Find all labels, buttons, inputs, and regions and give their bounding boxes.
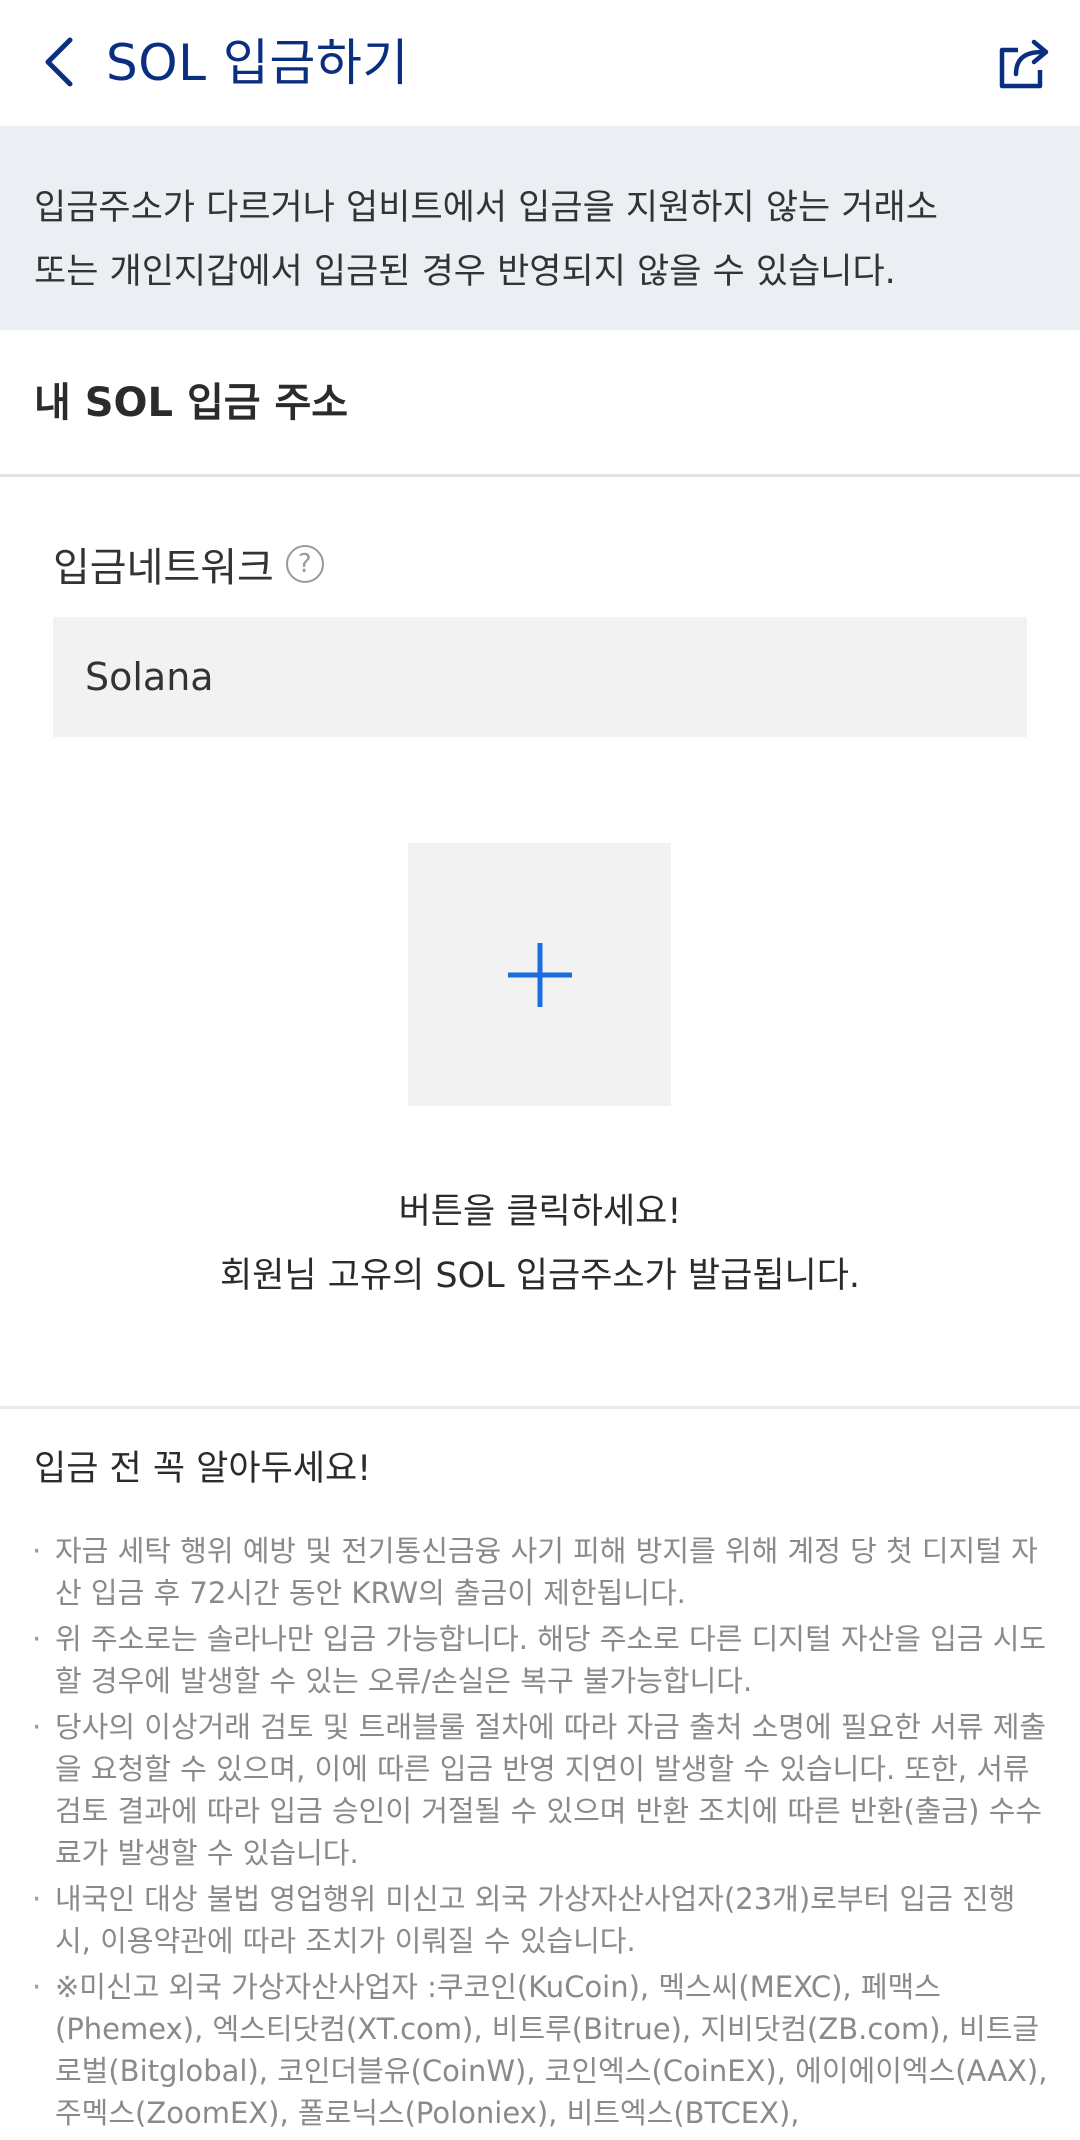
info-title: 입금 전 꼭 알아두세요! bbox=[34, 1449, 372, 1489]
bullet: · bbox=[32, 1710, 42, 1744]
info-item-text: 자금 세탁 행위 예방 및 전기통신금융 사기 피해 방지를 위해 계정 당 첫… bbox=[55, 1534, 1038, 1610]
list-item: · ※미신고 외국 가상자산사업자 :쿠코인(KuCoin), 멕스씨(MEXC)… bbox=[30, 1966, 1060, 2134]
generate-instruction: 버튼을 클릭하세요! 회원님 고유의 SOL 입금주소가 발급됩니다. bbox=[0, 1180, 1080, 1308]
chevron-left-icon bbox=[45, 37, 73, 87]
deposit-notice: 입금주소가 다르거나 업비트에서 입금을 지원하지 않는 거래소 또는 개인지갑… bbox=[0, 126, 1080, 330]
list-item: · 위 주소로는 솔라나만 입금 가능합니다. 해당 주소로 다른 디지털 자산을… bbox=[30, 1618, 1060, 1702]
bullet: · bbox=[32, 1970, 42, 2004]
page-title: SOL 입금하기 bbox=[106, 34, 409, 92]
network-label-text: 입금네트워크 bbox=[53, 545, 274, 591]
header-bar: SOL 입금하기 bbox=[0, 0, 1080, 126]
share-icon bbox=[999, 39, 1049, 89]
back-button[interactable] bbox=[28, 30, 92, 94]
share-button[interactable] bbox=[986, 26, 1062, 102]
network-select[interactable]: Solana bbox=[53, 617, 1027, 737]
info-item-text: 위 주소로는 솔라나만 입금 가능합니다. 해당 주소로 다른 디지털 자산을 … bbox=[55, 1622, 1047, 1698]
plus-icon bbox=[507, 942, 572, 1007]
info-item-text: ※미신고 외국 가상자산사업자 :쿠코인(KuCoin), 멕스씨(MEXC),… bbox=[55, 1970, 1048, 2130]
list-item: · 자금 세탁 행위 예방 및 전기통신금융 사기 피해 방지를 위해 계정 당 … bbox=[30, 1530, 1060, 1614]
divider bbox=[0, 1406, 1080, 1409]
info-item-text: 내국인 대상 불법 영업행위 미신고 외국 가상자산사업자(23개)로부터 입금… bbox=[55, 1882, 1016, 1958]
notice-line-1: 입금주소가 다르거나 업비트에서 입금을 지원하지 않는 거래소 bbox=[34, 188, 938, 228]
generate-address-button[interactable] bbox=[408, 843, 671, 1106]
address-section-title: 내 SOL 입금 주소 bbox=[34, 380, 349, 426]
instruction-line-2: 회원님 고유의 SOL 입금주소가 발급됩니다. bbox=[219, 1256, 861, 1296]
list-item: · 내국인 대상 불법 영업행위 미신고 외국 가상자산사업자(23개)로부터 입… bbox=[30, 1878, 1060, 1962]
network-label: 입금네트워크 ? bbox=[53, 535, 324, 593]
bullet: · bbox=[32, 1622, 42, 1656]
instruction-line-1: 버튼을 클릭하세요! bbox=[398, 1192, 682, 1232]
info-list: · 자금 세탁 행위 예방 및 전기통신금융 사기 피해 방지를 위해 계정 당 … bbox=[30, 1530, 1060, 2138]
bullet: · bbox=[32, 1534, 42, 1568]
bullet: · bbox=[32, 1882, 42, 1916]
divider bbox=[0, 474, 1080, 477]
notice-line-2: 또는 개인지갑에서 입금된 경우 반영되지 않을 수 있습니다. bbox=[34, 252, 896, 292]
info-item-text: 당사의 이상거래 검토 및 트래블룰 절차에 따라 자금 출처 소명에 필요한 … bbox=[55, 1710, 1047, 1870]
help-icon[interactable]: ? bbox=[285, 545, 324, 583]
list-item: · 당사의 이상거래 검토 및 트래블룰 절차에 따라 자금 출처 소명에 필요한… bbox=[30, 1706, 1060, 1874]
